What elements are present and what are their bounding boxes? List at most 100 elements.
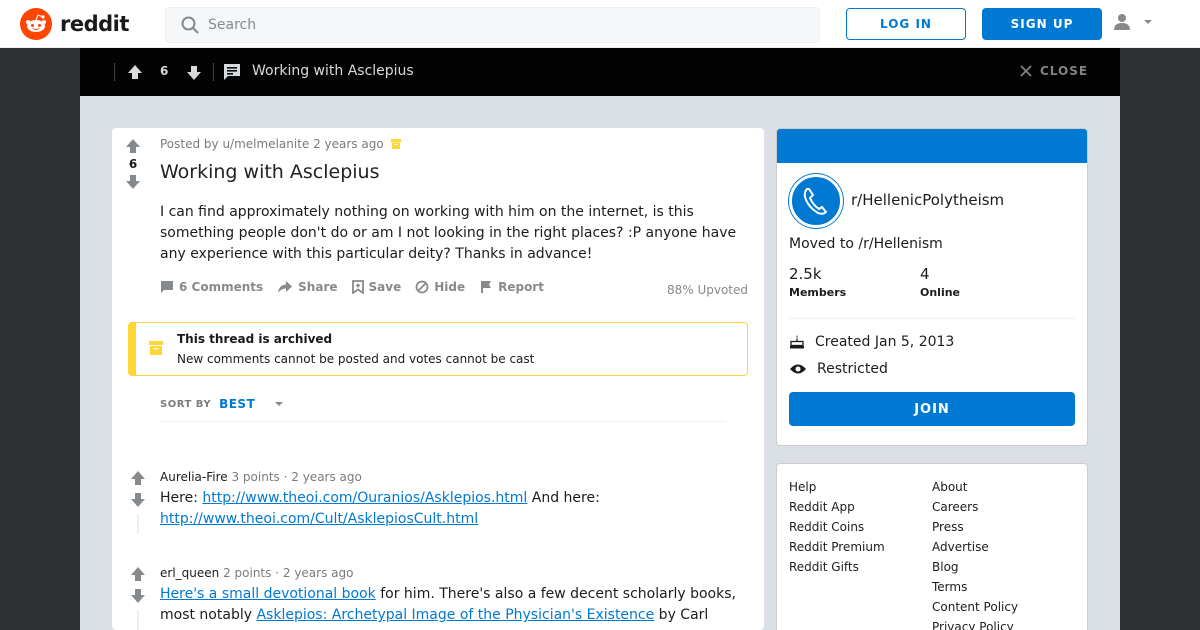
comment-link[interactable]: Asklepios: Archetypal Image of the Physi…: [256, 607, 654, 623]
archive-icon: [149, 341, 163, 355]
share-icon: [278, 281, 293, 293]
post-score: 6: [128, 157, 138, 171]
restricted-row: Restricted: [789, 361, 888, 377]
upvote-icon[interactable]: [127, 64, 143, 80]
upvote-icon[interactable]: [125, 138, 141, 154]
post-vote-column: 6: [122, 138, 144, 190]
footer-link[interactable]: About: [932, 477, 1018, 497]
meta-separator: ·: [275, 566, 280, 580]
user-menu[interactable]: [1112, 12, 1154, 32]
footer-link[interactable]: Careers: [932, 497, 1018, 517]
downvote-icon[interactable]: [130, 588, 146, 604]
post-title: Working with Asclepius: [160, 161, 380, 183]
eye-icon: [790, 364, 806, 374]
footer-link[interactable]: Press: [932, 517, 1018, 537]
comment-meta: Aurelia-Fire 3 points · 2 years ago: [160, 470, 362, 484]
footer-link[interactable]: Terms: [932, 577, 1018, 597]
login-button[interactable]: LOG IN: [846, 8, 966, 40]
comment-thread-line[interactable]: [137, 610, 139, 630]
comment-points: 3 points: [231, 470, 280, 484]
meta-separator: ·: [283, 470, 288, 484]
comment-author[interactable]: Aurelia-Fire: [160, 470, 228, 484]
share-label: Share: [298, 280, 338, 294]
community-sidebar: r/HellenicPolytheism Moved to /r/Helleni…: [776, 128, 1088, 446]
archived-notice: This thread is archived New comments can…: [128, 322, 748, 376]
search-bar[interactable]: [165, 7, 820, 43]
community-avatar[interactable]: [789, 174, 843, 228]
hide-button[interactable]: Hide: [415, 280, 465, 294]
flag-icon: [481, 281, 492, 293]
footer-link[interactable]: Help: [789, 477, 885, 497]
sort-dropdown[interactable]: SORT BY BEST: [160, 397, 285, 411]
post-overlay-bar: 6 Working with Asclepius CLOSE: [80, 48, 1120, 96]
cake-icon: [790, 335, 804, 349]
comment-link[interactable]: Here's a small devotional book: [160, 586, 376, 602]
archived-subtitle: New comments cannot be posted and votes …: [177, 352, 535, 366]
footer-link[interactable]: Reddit Premium: [789, 537, 885, 557]
members-count: 2.5k: [789, 265, 822, 283]
upvote-icon[interactable]: [130, 566, 146, 582]
footer-link[interactable]: Blog: [932, 557, 1018, 577]
post-actions: 6 Comments Share Save Hide Report: [160, 280, 544, 294]
comment-body: Here's a small devotional book for him. …: [160, 584, 740, 626]
comment-vote-column: [128, 470, 148, 508]
chevron-down-icon: [275, 402, 284, 406]
footer-link[interactable]: Privacy Policy: [932, 617, 1018, 630]
sort-value: BEST: [219, 397, 256, 411]
comment-link[interactable]: http://www.theoi.com/Ouranios/Asklepios.…: [202, 490, 527, 506]
community-icon: [803, 188, 828, 215]
upvote-icon[interactable]: [130, 470, 146, 486]
post-meta-text: Posted by u/melmelanite 2 years ago: [160, 137, 384, 151]
footer-link[interactable]: Reddit App: [789, 497, 885, 517]
bookmark-icon: [351, 280, 364, 294]
join-button[interactable]: JOIN: [789, 392, 1075, 426]
post-text-icon: [224, 64, 240, 80]
comment-text: by Carl: [654, 607, 709, 623]
post-card: 6 Posted by u/melmelanite 2 years ago Wo…: [112, 128, 764, 630]
signup-button[interactable]: SIGN UP: [982, 8, 1102, 40]
footer-links-card: Help Reddit App Reddit Coins Reddit Prem…: [776, 463, 1088, 630]
comment-points: 2 points: [223, 566, 272, 580]
comment-link[interactable]: http://www.theoi.com/Cult/AsklepiosCult.…: [160, 511, 478, 527]
online-label: Online: [920, 286, 961, 299]
search-icon: [181, 16, 199, 34]
reddit-logo[interactable]: reddit: [20, 8, 129, 40]
archive-icon: [390, 139, 401, 149]
post-body: I can find approximately nothing on work…: [160, 204, 737, 262]
members-label: Members: [789, 286, 847, 299]
search-input[interactable]: [208, 17, 768, 33]
sort-label: SORT BY: [160, 398, 212, 410]
bar-divider: [114, 63, 115, 81]
footer-link[interactable]: Content Policy: [932, 597, 1018, 617]
bar-divider: [213, 63, 214, 81]
post-meta: Posted by u/melmelanite 2 years ago: [160, 137, 402, 151]
close-label: CLOSE: [1040, 64, 1089, 78]
comment-thread-line[interactable]: [137, 514, 139, 534]
report-label: Report: [498, 280, 544, 294]
community-name[interactable]: r/HellenicPolytheism: [851, 191, 1004, 209]
downvote-icon[interactable]: [130, 492, 146, 508]
close-button[interactable]: CLOSE: [1020, 64, 1088, 78]
downvote-icon[interactable]: [125, 174, 141, 190]
sidebar-divider: [789, 318, 1075, 319]
comment-icon: [161, 281, 173, 293]
save-button[interactable]: Save: [351, 280, 401, 294]
report-button[interactable]: Report: [479, 280, 544, 294]
footer-link[interactable]: Reddit Gifts: [789, 557, 885, 577]
comment-vote-column: [128, 566, 148, 604]
upvote-ratio: 88% Upvoted: [666, 283, 748, 297]
footer-link[interactable]: Reddit Coins: [789, 517, 885, 537]
comment-author[interactable]: erl_queen: [160, 566, 219, 580]
share-button[interactable]: Share: [277, 280, 338, 294]
bar-vote-count: 6: [160, 64, 169, 78]
created-date: Created Jan 5, 2013: [815, 334, 955, 350]
footer-link[interactable]: Advertise: [932, 537, 1018, 557]
downvote-icon[interactable]: [186, 65, 202, 81]
close-icon: [1020, 65, 1032, 77]
members-stat: 2.5k Members: [789, 265, 846, 299]
reddit-snoo-icon: [20, 8, 52, 40]
sort-divider: [160, 421, 726, 422]
archived-title: This thread is archived: [177, 332, 333, 346]
comments-button[interactable]: 6 Comments: [160, 280, 263, 294]
online-count: 4: [920, 265, 930, 283]
